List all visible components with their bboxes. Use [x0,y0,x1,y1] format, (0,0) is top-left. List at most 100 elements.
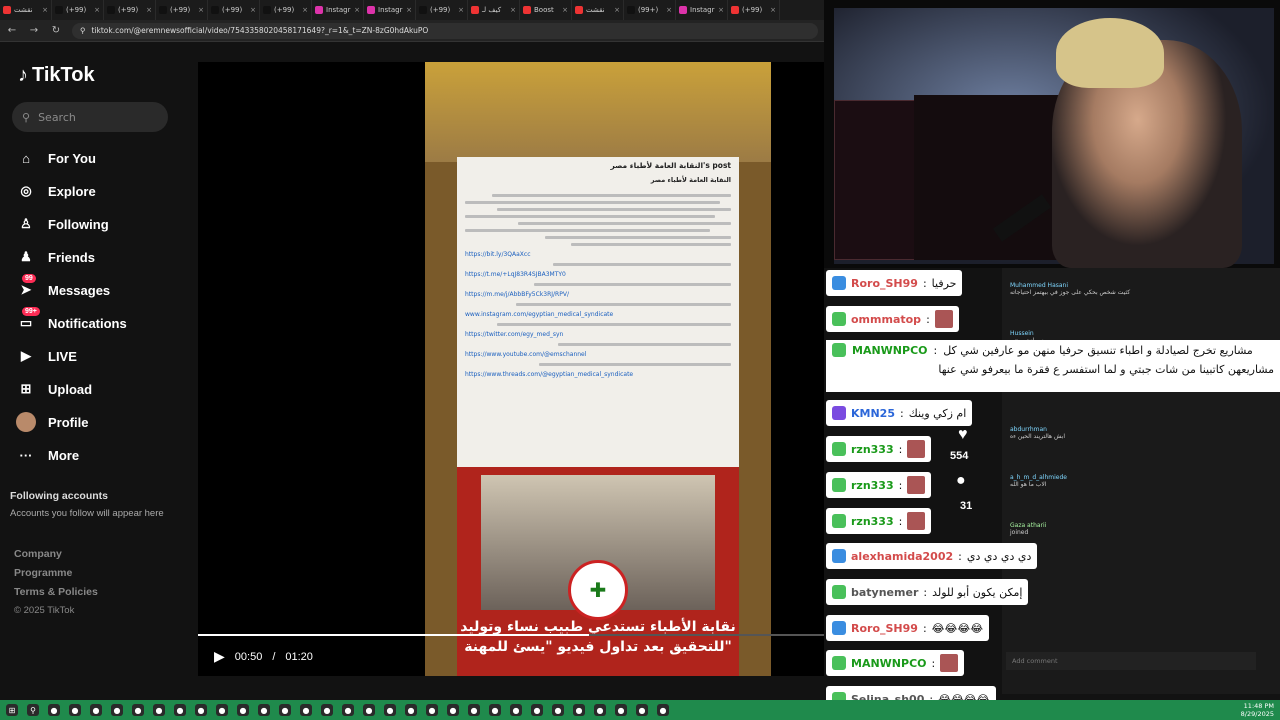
app-icon[interactable]: ● [594,704,606,716]
nav-item-upload[interactable]: ⊞ Upload [16,379,93,399]
video-frame[interactable]: النقابة العامة لأطباء مصر's post النقابة… [425,62,771,676]
app-icon[interactable]: ● [384,704,396,716]
app-icon[interactable]: ● [447,704,459,716]
close-tab-icon[interactable]: × [614,6,620,14]
close-tab-icon[interactable]: × [302,6,308,14]
browser-tab[interactable]: (+99) × [104,0,156,20]
nav-item-more[interactable]: ··· More [16,445,80,465]
video-player[interactable]: النقابة العامة لأطباء مصر's post النقابة… [198,62,824,676]
app-icon[interactable]: ● [111,704,123,716]
app-icon[interactable]: ● [258,704,270,716]
close-tab-icon[interactable]: × [510,6,516,14]
app-icon[interactable]: ● [405,704,417,716]
programme-link[interactable]: Programme [14,567,98,579]
reload-icon[interactable]: ↻ [50,25,62,36]
post-link[interactable]: https://www.threads.com/@egyptian_medica… [465,371,731,378]
search-input[interactable]: ⚲ Search [12,102,168,132]
url-field[interactable]: ⚲ tiktok.com/@eremnewsofficial/video/754… [72,22,818,39]
close-tab-icon[interactable]: × [146,6,152,14]
search-icon[interactable]: ⚲ [27,704,39,716]
browser-tab[interactable]: (+99) × [416,0,468,20]
browser-tab[interactable]: Instagr × [364,0,416,20]
nav-item-friends[interactable]: ♟ Friends [16,247,95,267]
live-comment-text: كثيت شخص بحكي على جوز في بيهتمز احتياجات… [1010,289,1131,296]
comment-icon[interactable]: ● [956,472,966,490]
app-icon[interactable]: ● [489,704,501,716]
app-icon[interactable]: ● [69,704,81,716]
browser-tab[interactable]: Instagr × [676,0,728,20]
site-info-icon[interactable]: ⚲ [80,26,86,35]
app-icon[interactable]: ● [174,704,186,716]
app-icon[interactable]: ● [90,704,102,716]
video-progress-bar[interactable] [198,634,824,636]
tiktok-logo[interactable]: ♪ TikTok [18,64,95,87]
app-icon[interactable]: ● [636,704,648,716]
play-icon[interactable]: ▶ [214,648,225,665]
comment-count: 31 [960,500,973,512]
app-icon[interactable]: ● [510,704,522,716]
close-tab-icon[interactable]: × [198,6,204,14]
heart-icon[interactable]: ♥ [958,426,968,444]
close-tab-icon[interactable]: × [354,6,360,14]
browser-tab[interactable]: (+99) × [260,0,312,20]
nav-item-following[interactable]: ♙ Following [16,214,108,234]
nav-item-messages[interactable]: ➤ 99 Messages [16,274,110,300]
nav-item-notifications[interactable]: ▭ 99+ Notifications [16,307,127,333]
nav-item-live[interactable]: ▶ LIVE [16,346,77,366]
app-icon[interactable]: ● [657,704,669,716]
nav-item-for-you[interactable]: ⌂ For You [16,148,96,168]
post-link[interactable]: https://www.youtube.com/@emschannel [465,351,731,358]
browser-tab[interactable]: نقشت × [572,0,624,20]
app-icon[interactable]: ● [468,704,480,716]
terms-link[interactable]: Terms & Policies [14,586,98,598]
close-tab-icon[interactable]: × [770,6,776,14]
app-icon[interactable]: ● [531,704,543,716]
app-icon[interactable]: ● [573,704,585,716]
add-comment-input[interactable]: Add comment [1006,652,1256,670]
close-tab-icon[interactable]: × [94,6,100,14]
browser-tab[interactable]: (+99) × [52,0,104,20]
browser-tab[interactable]: Boost × [520,0,572,20]
app-icon[interactable]: ● [195,704,207,716]
nav-item-explore[interactable]: ◎ Explore [16,181,95,201]
browser-tab[interactable]: Instagr × [312,0,364,20]
app-icon[interactable]: ● [321,704,333,716]
app-icon[interactable]: ● [216,704,228,716]
close-tab-icon[interactable]: × [42,6,48,14]
browser-tab[interactable]: (+99) × [728,0,780,20]
post-link[interactable]: https://t.me/+LqJ83R4SJBA3MTY0 [465,271,731,278]
post-link[interactable]: https://bit.ly/3QAaXcc [465,251,731,258]
app-icon[interactable]: ● [48,704,60,716]
browser-tab[interactable]: (99+) × [624,0,676,20]
app-icon[interactable]: ● [552,704,564,716]
nav-item-profile[interactable]: Profile [16,412,88,432]
browser-tab[interactable]: (+99) × [156,0,208,20]
close-tab-icon[interactable]: × [666,6,672,14]
app-icon[interactable]: ● [132,704,144,716]
back-icon[interactable]: ← [6,25,18,36]
app-icon[interactable]: ● [279,704,291,716]
close-tab-icon[interactable]: × [458,6,464,14]
start-icon[interactable]: ⊞ [6,704,18,716]
company-link[interactable]: Company [14,548,98,560]
app-icon[interactable]: ● [153,704,165,716]
app-icon[interactable]: ● [615,704,627,716]
close-tab-icon[interactable]: × [250,6,256,14]
app-icon[interactable]: ● [426,704,438,716]
post-link[interactable]: https://m.me/j/AbbBFy5Ck3RJ/RPV/ [465,291,731,298]
system-clock[interactable]: 11:48 PM 8/29/2025 [1241,702,1274,718]
post-link[interactable]: https://twitter.com/egy_med_syn [465,331,731,338]
app-icon[interactable]: ● [342,704,354,716]
post-link[interactable]: www.instagram.com/egyptian_medical_syndi… [465,311,731,318]
browser-tab[interactable]: كيف لـ × [468,0,520,20]
browser-tab[interactable]: (+99) × [208,0,260,20]
chat-badge-icon [832,442,846,456]
app-icon[interactable]: ● [300,704,312,716]
close-tab-icon[interactable]: × [562,6,568,14]
browser-tab[interactable]: نقشت × [0,0,52,20]
forward-icon[interactable]: → [28,25,40,36]
close-tab-icon[interactable]: × [406,6,412,14]
app-icon[interactable]: ● [363,704,375,716]
app-icon[interactable]: ● [237,704,249,716]
close-tab-icon[interactable]: × [718,6,724,14]
